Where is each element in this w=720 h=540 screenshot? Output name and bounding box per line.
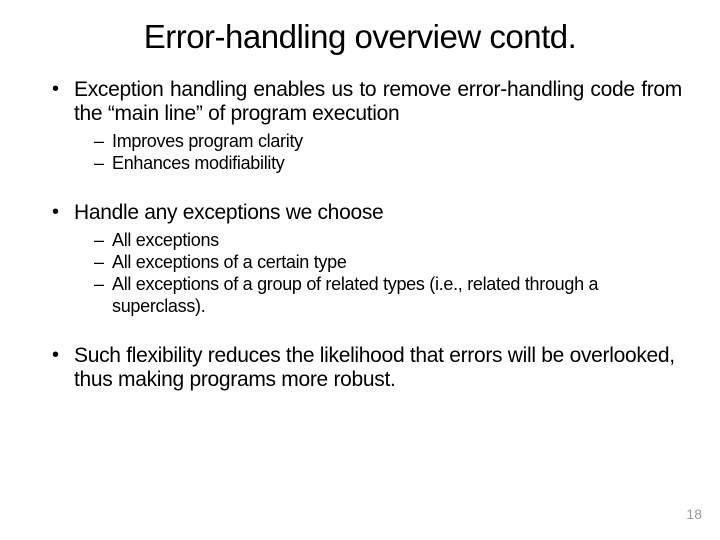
slide-title: Error-handling overview contd. xyxy=(38,18,682,56)
page-number: 18 xyxy=(686,506,702,522)
bullet-item: Exception handling enables us to remove … xyxy=(52,78,682,175)
bullet-item: Such flexibility reduces the likelihood … xyxy=(52,344,682,391)
sub-bullet-item: Enhances modifiability xyxy=(94,153,682,175)
sub-bullet-item: All exceptions of a certain type xyxy=(94,252,682,274)
sub-bullet-item: Improves program clarity xyxy=(94,131,682,153)
bullet-text: Such flexibility reduces the likelihood … xyxy=(74,344,682,391)
sub-bullet-item: All exceptions xyxy=(94,230,682,252)
bullet-text: Handle any exceptions we choose xyxy=(74,201,682,225)
sub-bullet-item: All exceptions of a group of related typ… xyxy=(94,274,682,318)
bullet-list: Exception handling enables us to remove … xyxy=(38,78,682,391)
sub-bullet-list: Improves program clarity Enhances modifi… xyxy=(74,131,682,175)
sub-bullet-list: All exceptions All exceptions of a certa… xyxy=(74,230,682,318)
bullet-item: Handle any exceptions we choose All exce… xyxy=(52,201,682,318)
bullet-text: Exception handling enables us to remove … xyxy=(74,78,682,125)
